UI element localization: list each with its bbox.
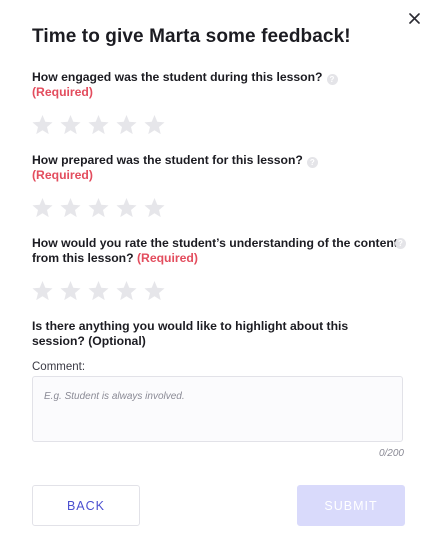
optional-label: (Optional)	[88, 334, 146, 348]
star-icon[interactable]	[115, 197, 138, 219]
submit-button[interactable]: SUBMIT	[297, 485, 405, 526]
question-preparation: How prepared was the student for this le…	[32, 153, 400, 183]
rating-engagement	[31, 114, 166, 136]
star-icon[interactable]	[143, 197, 166, 219]
star-icon[interactable]	[143, 114, 166, 136]
star-icon[interactable]	[59, 197, 82, 219]
star-icon[interactable]	[59, 114, 82, 136]
star-icon[interactable]	[115, 280, 138, 302]
help-icon[interactable]: ?	[326, 74, 338, 85]
question-text: How engaged was the student during this …	[32, 70, 323, 84]
dialog-title: Time to give Marta some feedback!	[32, 26, 351, 47]
rating-understanding	[31, 280, 166, 302]
question-understanding: How would you rate the student’s underst…	[32, 236, 400, 266]
star-icon[interactable]	[143, 280, 166, 302]
feedback-dialog: Time to give Marta some feedback! How en…	[0, 0, 436, 549]
star-icon[interactable]	[31, 114, 54, 136]
required-label: (Required)	[32, 168, 93, 182]
question-text: How would you rate the student’s underst…	[32, 236, 398, 265]
star-icon[interactable]	[59, 280, 82, 302]
required-label: (Required)	[136, 251, 198, 265]
star-icon[interactable]	[87, 280, 110, 302]
comment-input[interactable]	[32, 376, 403, 442]
character-counter: 0/200	[378, 448, 404, 459]
comment-label: Comment:	[32, 361, 86, 373]
close-button[interactable]	[404, 8, 424, 28]
question-highlight: Is there anything you would like to high…	[32, 319, 400, 349]
question-engagement: How engaged was the student during this …	[32, 70, 400, 100]
help-icon[interactable]: ?	[306, 157, 318, 168]
star-icon[interactable]	[31, 280, 54, 302]
help-icon[interactable]: ?	[395, 238, 406, 249]
required-label: (Required)	[32, 85, 93, 99]
star-icon[interactable]	[31, 197, 54, 219]
question-text: Is there anything you would like to high…	[32, 319, 349, 348]
star-icon[interactable]	[115, 114, 138, 136]
close-icon	[408, 12, 420, 24]
back-button[interactable]: BACK	[32, 485, 140, 526]
star-icon[interactable]	[87, 197, 110, 219]
star-icon[interactable]	[87, 114, 110, 136]
rating-preparation	[31, 197, 166, 219]
question-text: How prepared was the student for this le…	[32, 153, 303, 167]
